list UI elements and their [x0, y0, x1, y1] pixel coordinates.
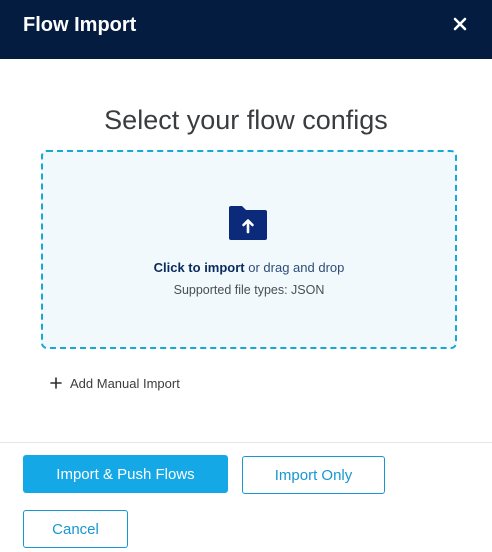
supported-file-types: Supported file types: JSON	[173, 283, 325, 297]
section-title: Select your flow configs	[104, 105, 388, 135]
flow-import-modal: Flow Import Select your flow configs Cli…	[0, 0, 492, 552]
add-manual-import-button[interactable]: Add Manual Import	[50, 374, 180, 392]
footer-divider	[0, 442, 492, 443]
modal-header: Flow Import	[0, 0, 492, 59]
close-icon	[453, 17, 467, 31]
close-button[interactable]	[446, 10, 474, 38]
click-to-import-link[interactable]: Click to import	[154, 260, 245, 275]
file-dropzone[interactable]: Click to import or drag and drop Support…	[41, 150, 457, 349]
plus-icon	[50, 377, 62, 389]
import-and-push-flows-button[interactable]: Import & Push Flows	[23, 455, 228, 493]
cancel-button[interactable]: Cancel	[23, 510, 128, 548]
add-manual-import-label: Add Manual Import	[70, 375, 180, 391]
dropzone-instruction: Click to import or drag and drop	[43, 260, 455, 276]
modal-title: Flow Import	[23, 14, 137, 36]
folder-upload-icon	[229, 206, 267, 240]
import-only-button[interactable]: Import Only	[242, 456, 385, 494]
drag-drop-text: or drag and drop	[244, 260, 345, 275]
